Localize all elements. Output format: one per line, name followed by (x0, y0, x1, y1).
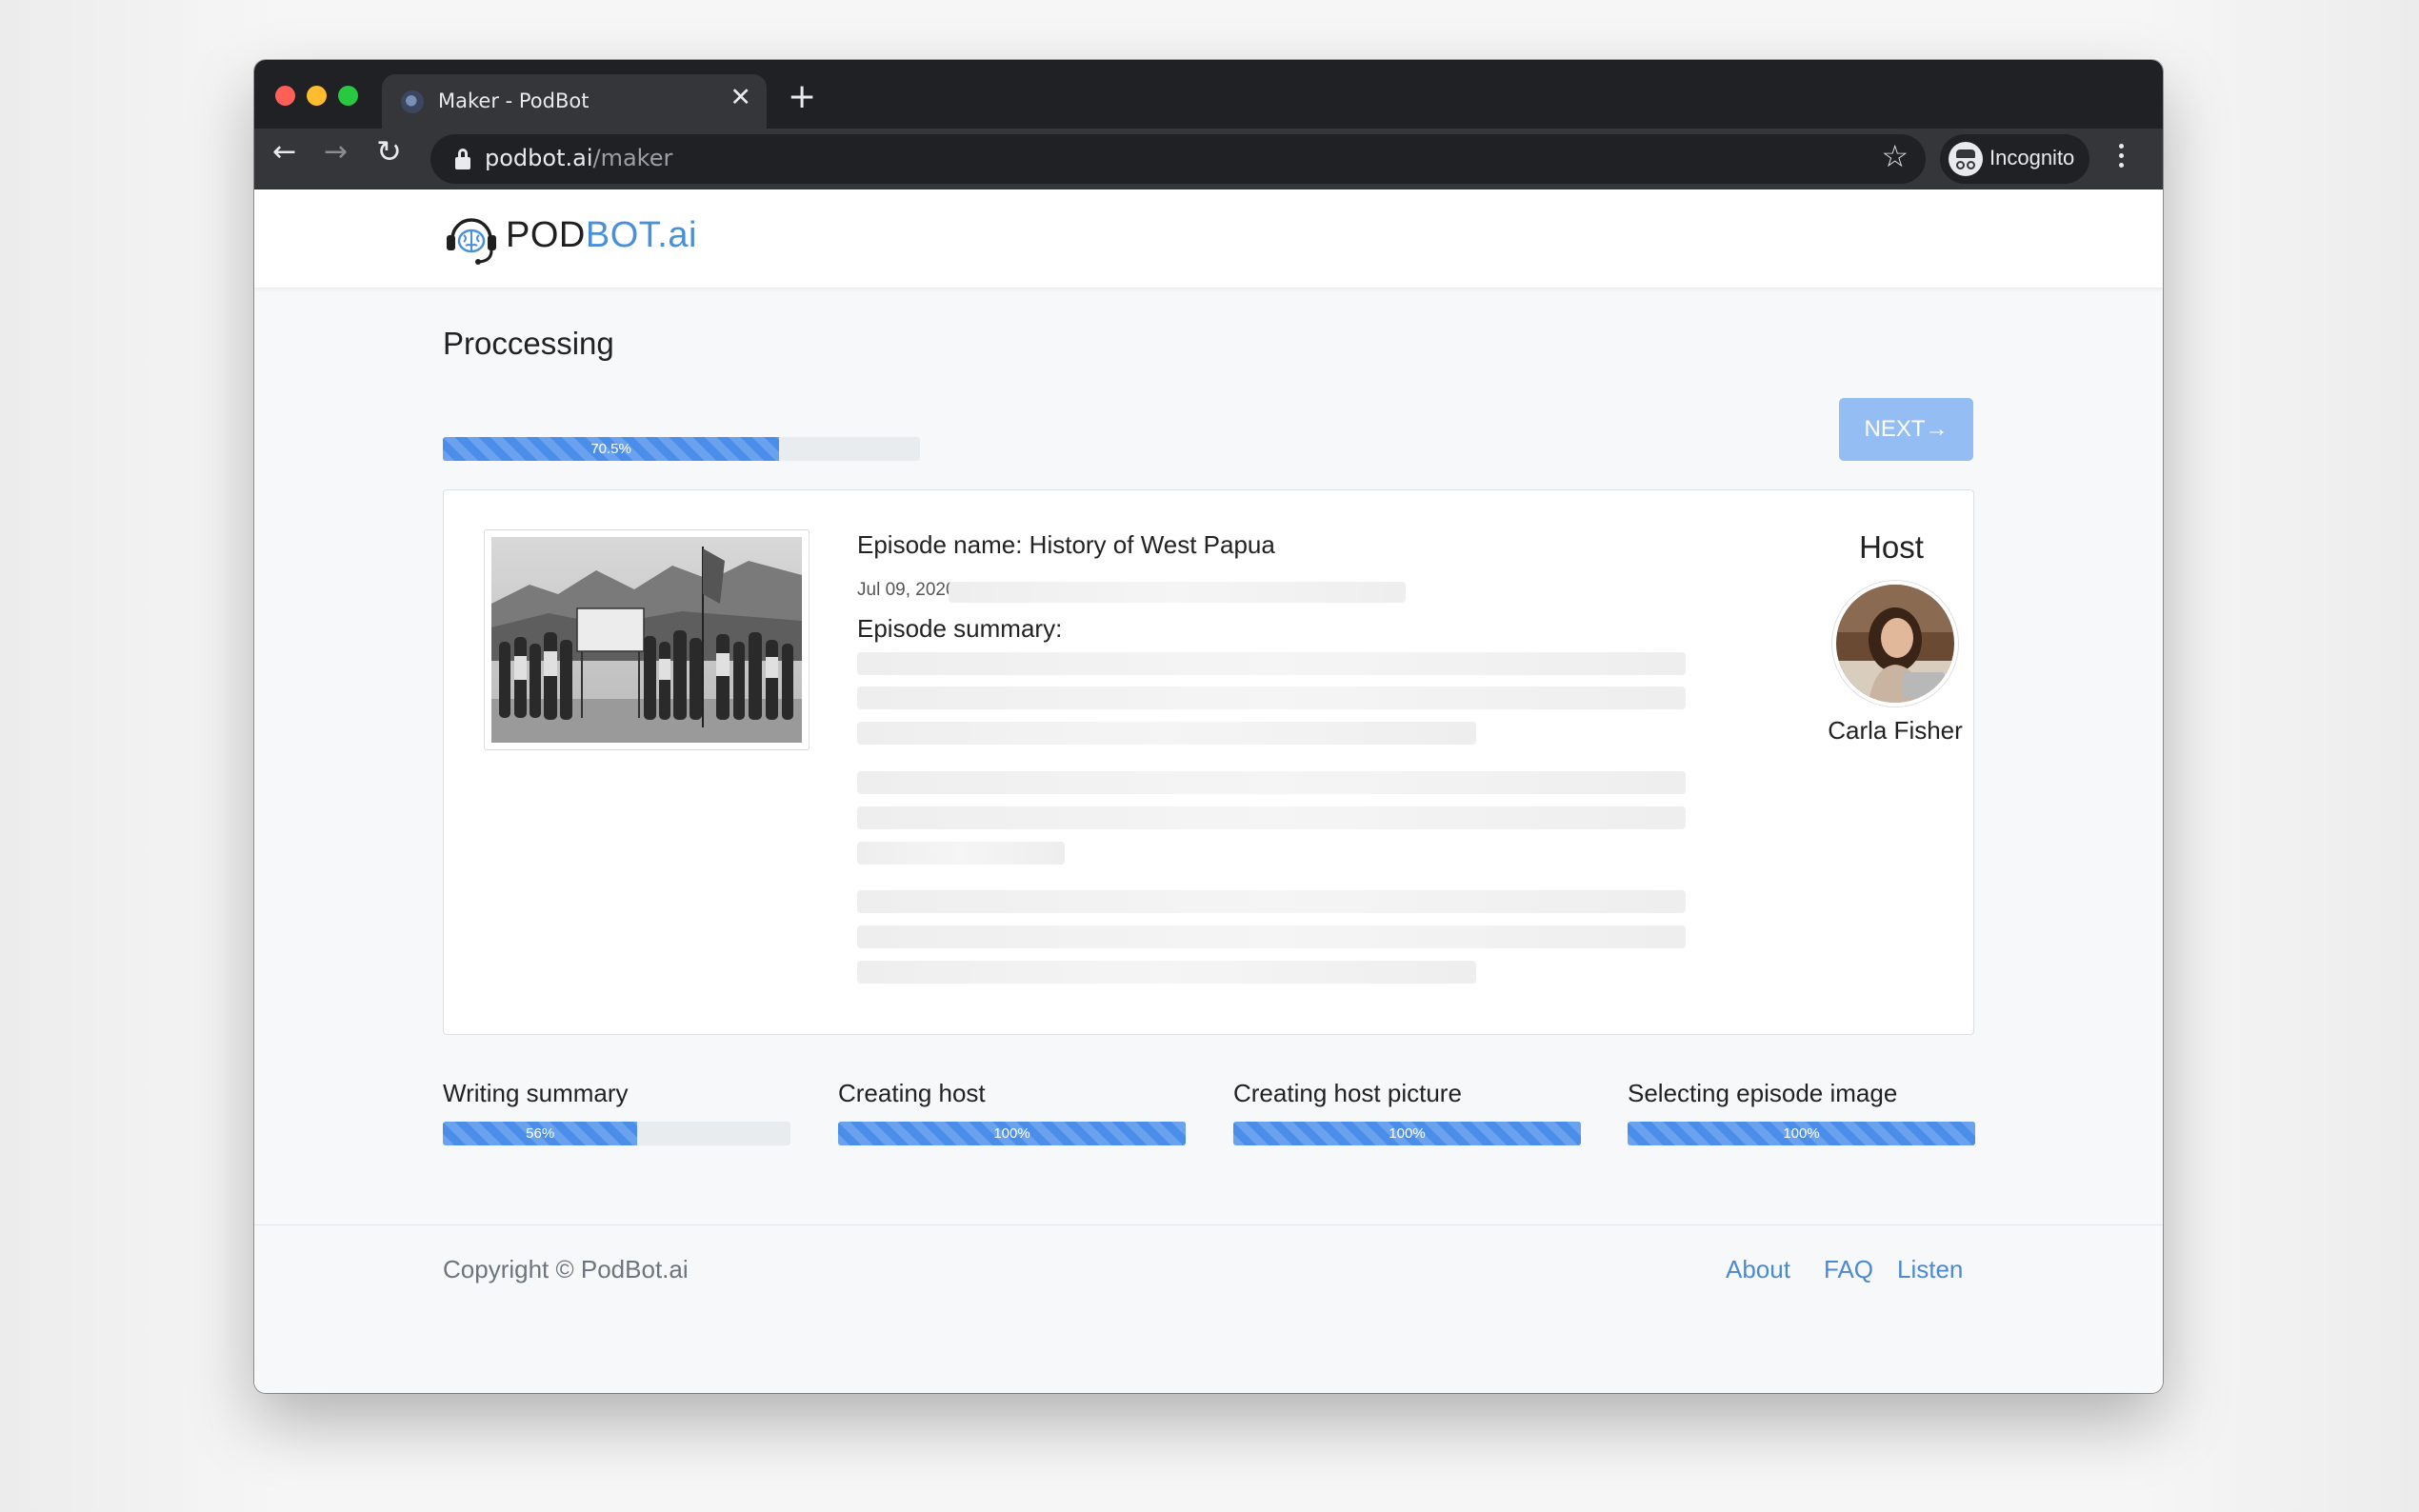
close-icon[interactable]: ✕ (730, 85, 751, 110)
reload-icon[interactable]: ↻ (376, 136, 402, 167)
step-progress-bar: 100% (1628, 1122, 1975, 1145)
arrow-right-icon[interactable]: → (324, 138, 348, 167)
footer-link-about[interactable]: About (1726, 1255, 1790, 1284)
browser-window: Maker - PodBot ✕ + ← → ↻ podbot.ai/maker… (254, 60, 2163, 1393)
headset-brain-logo-icon[interactable] (443, 209, 500, 266)
step-progress-bar: 56% (443, 1122, 790, 1145)
main-progress-fill: 70.5% (443, 437, 780, 461)
summary-skeleton-line (857, 961, 1476, 984)
minimize-window-button[interactable] (307, 86, 327, 106)
summary-skeleton-line (857, 686, 1686, 709)
browser-toolbar: ← → ↻ podbot.ai/maker ☆ Incognito (254, 129, 2163, 189)
copyright-text: Copyright © PodBot.ai (443, 1255, 689, 1283)
step-label: Writing summary (443, 1079, 629, 1107)
incognito-profile-button[interactable]: Incognito (1940, 134, 2089, 184)
next-button[interactable]: NEXT→ (1839, 398, 1973, 461)
episode-date: Jul 09, 2020 (857, 580, 956, 600)
episode-image (484, 529, 810, 750)
episode-card: Episode name: History of West Papua Jul … (443, 489, 1974, 1035)
page-content: PODBOT.ai Proccessing 70.5% NEXT→ Episod… (254, 189, 2163, 1393)
arrow-left-icon[interactable]: ← (272, 138, 296, 167)
star-icon[interactable]: ☆ (1881, 141, 1909, 171)
main-progress-bar: 70.5% (443, 437, 920, 461)
summary-skeleton-line (857, 806, 1686, 829)
tab-title: Maker - PodBot (438, 90, 590, 112)
step-progress-bar: 100% (1233, 1122, 1581, 1145)
step-progress-fill: 100% (1233, 1122, 1581, 1145)
episode-name: Episode name: History of West Papua (857, 530, 1275, 559)
lock-icon[interactable] (455, 149, 470, 169)
summary-skeleton-line (857, 890, 1686, 913)
step-progress-bar: 100% (838, 1122, 1186, 1145)
host-avatar (1832, 581, 1958, 706)
maximize-window-button[interactable] (338, 86, 358, 106)
tab-maker-podbot[interactable]: Maker - PodBot ✕ (382, 74, 767, 129)
site-header: PODBOT.ai (254, 189, 2163, 288)
summary-skeleton-line (857, 771, 1686, 794)
step-label: Creating host picture (1233, 1079, 1462, 1107)
kebab-menu-icon[interactable] (2119, 144, 2125, 172)
incognito-label: Incognito (1989, 146, 2075, 169)
brand-logo-text[interactable]: PODBOT.ai (506, 215, 697, 256)
close-window-button[interactable] (275, 86, 295, 106)
step-progress-fill: 100% (838, 1122, 1186, 1145)
step-label: Creating host (838, 1079, 986, 1107)
loading-placeholder (949, 582, 1406, 603)
footer-divider (254, 1224, 2163, 1225)
incognito-icon (1949, 142, 1983, 176)
url-text[interactable]: podbot.ai/maker (485, 145, 672, 171)
summary-skeleton-line (857, 925, 1686, 948)
step-progress-fill: 100% (1628, 1122, 1975, 1145)
footer-link-listen[interactable]: Listen (1897, 1255, 1963, 1284)
step-label: Selecting episode image (1628, 1079, 1898, 1107)
host-heading: Host (1859, 529, 1924, 565)
episode-summary-label: Episode summary: (857, 614, 1063, 643)
plus-icon[interactable]: + (788, 80, 816, 114)
page-title: Proccessing (443, 326, 614, 361)
summary-skeleton-line (857, 652, 1686, 675)
footer-link-faq[interactable]: FAQ (1824, 1255, 1873, 1284)
step-progress-fill: 56% (443, 1122, 638, 1145)
host-name: Carla Fisher (1828, 716, 1963, 745)
summary-skeleton-line (857, 842, 1065, 865)
address-bar[interactable]: podbot.ai/maker ☆ (430, 134, 1926, 184)
summary-skeleton-line (857, 722, 1476, 745)
tab-bar: Maker - PodBot ✕ + (254, 60, 2163, 129)
tab-favicon (401, 90, 424, 113)
